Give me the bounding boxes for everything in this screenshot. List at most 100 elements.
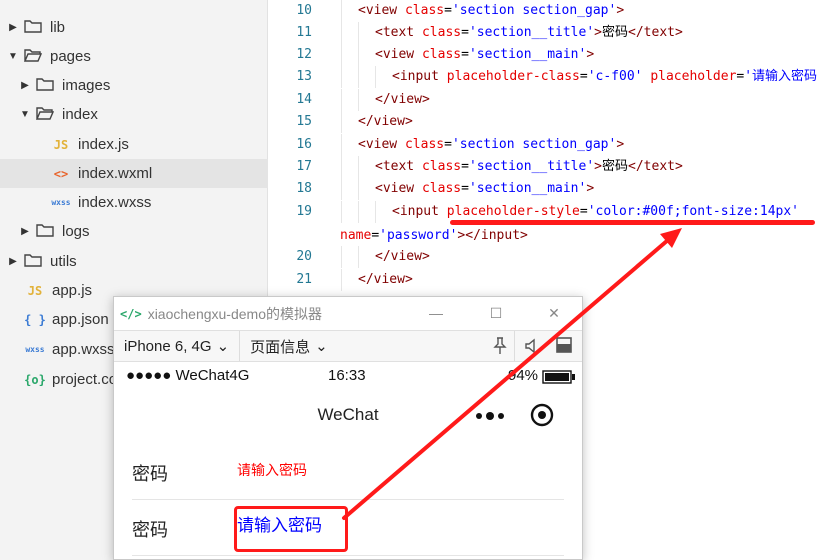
- tree-item-index-js[interactable]: JS index.js: [0, 130, 268, 159]
- code-token: class: [421, 181, 462, 196]
- code-token: 'color:#00f;font-size:14px': [587, 204, 800, 219]
- code-token: =: [461, 159, 469, 174]
- tree-item-label: lib: [50, 19, 66, 36]
- indent-guide: [358, 44, 359, 66]
- indent-guide: [375, 201, 376, 223]
- code-line[interactable]: 12 <view class='section__main'>: [268, 44, 820, 66]
- code-token: >: [594, 159, 602, 174]
- window-mode-icon[interactable]: [554, 337, 574, 357]
- code-line[interactable]: 14 </view>: [268, 89, 820, 111]
- code-line[interactable]: 13 <input placeholder-class='c-f00' place…: [268, 66, 820, 88]
- close-miniprogram-icon[interactable]: [530, 403, 554, 430]
- page-info-select-label: 页面信息: [250, 338, 311, 356]
- tree-item-index-wxss[interactable]: wxss index.wxss: [0, 188, 268, 217]
- code-token: >: [616, 3, 625, 18]
- code-line[interactable]: 18 <view class='section__main'>: [268, 178, 820, 200]
- wechat-nav-bar: WeChat: [114, 395, 582, 439]
- code-token: name: [340, 228, 372, 243]
- close-button[interactable]: ✕: [542, 303, 566, 323]
- code-token: </: [358, 114, 374, 129]
- indent-guide: [358, 201, 359, 223]
- line-number: 13: [296, 69, 312, 84]
- tree-item-label: app.js: [52, 282, 93, 299]
- code-line[interactable]: 20 </view>: [268, 246, 820, 268]
- json-file-icon: { }: [24, 312, 46, 327]
- password-row-1: 密码: [132, 445, 564, 501]
- code-token: 'section__main': [468, 47, 587, 62]
- simulator-titlebar[interactable]: </> xiaochengxu-demo的模拟器 — ☐ ✕: [114, 297, 582, 330]
- line-number: 17: [296, 159, 312, 174]
- code-line[interactable]: 10 <view class='section section_gap'>: [268, 0, 820, 22]
- line-number: 18: [296, 181, 312, 196]
- code-token: 'section section_gap': [451, 137, 617, 152]
- indent-guide: [358, 22, 359, 44]
- code-text: <view class='section section_gap'>: [358, 134, 624, 156]
- code-token: text: [382, 159, 422, 174]
- code-token: >: [586, 181, 595, 196]
- indent-guide: [341, 246, 342, 268]
- code-token: text: [643, 159, 675, 174]
- simulator-toolbar: iPhone 6, 4G ⌄ 页面信息 ⌄: [114, 330, 582, 362]
- device-select[interactable]: iPhone 6, 4G ⌄: [114, 331, 239, 361]
- row-divider: [132, 555, 564, 556]
- minimize-button[interactable]: —: [424, 303, 448, 323]
- tree-item-logs[interactable]: ▶ logs: [0, 217, 268, 246]
- code-token: class: [421, 159, 462, 174]
- page-info-select[interactable]: 页面信息 ⌄: [240, 331, 338, 361]
- pin-icon[interactable]: [490, 337, 510, 357]
- code-line[interactable]: 11 <text class='section__title'>密码</text>: [268, 22, 820, 44]
- chevron-down-icon: ⌄: [315, 338, 328, 355]
- code-line[interactable]: name='password'></input>: [268, 225, 820, 247]
- code-token: <: [375, 181, 383, 196]
- maximize-button[interactable]: ☐: [484, 303, 508, 323]
- expanded-arrow-icon: ▼: [8, 51, 18, 62]
- code-token: >: [674, 159, 683, 174]
- speaker-icon[interactable]: [522, 337, 542, 357]
- line-number: 10: [296, 3, 312, 18]
- tree-item-pages[interactable]: ▼ pages: [0, 42, 268, 71]
- code-token: 'section__main': [468, 181, 587, 196]
- code-text: <text class='section__title'>密码</text>: [375, 22, 683, 44]
- tree-item-lib[interactable]: ▶ lib: [0, 13, 268, 42]
- collapsed-arrow-icon: ▶: [9, 22, 17, 33]
- code-token: </: [358, 272, 374, 287]
- code-token: </: [628, 25, 644, 40]
- code-token: input: [399, 69, 447, 84]
- signal-carrier: ●●●●● WeChat4G: [126, 367, 250, 384]
- expanded-arrow-icon: ▼: [20, 109, 30, 120]
- tree-item-label: logs: [62, 223, 90, 240]
- row-divider: [132, 499, 564, 500]
- annotation-underline: [450, 220, 815, 225]
- code-line[interactable]: 21 </view>: [268, 269, 820, 291]
- code-token: view: [373, 114, 405, 129]
- tree-item-label: utils: [50, 253, 77, 270]
- tree-item-label: images: [62, 77, 111, 94]
- code-line[interactable]: 17 <text class='section__title'>密码</text>: [268, 156, 820, 178]
- tree-item-utils[interactable]: ▶ utils: [0, 247, 268, 276]
- code-token: =: [461, 181, 469, 196]
- folder-icon: [24, 253, 42, 271]
- tree-item-index-folder[interactable]: ▼ index: [0, 100, 268, 129]
- code-token: class: [421, 47, 462, 62]
- code-token: placeholder-style: [446, 204, 580, 219]
- code-token: >: [421, 92, 430, 107]
- tree-item-index-wxml[interactable]: <> index.wxml: [0, 159, 268, 188]
- js-file-icon: JS: [27, 283, 43, 298]
- folder-icon: [24, 19, 42, 37]
- code-token: '请输入密码': [744, 69, 820, 84]
- code-text: <view class='section__main'>: [375, 178, 594, 200]
- code-text: </view>: [358, 111, 413, 133]
- indent-guide: [341, 66, 342, 88]
- tree-item-label: index.js: [78, 136, 129, 153]
- more-options-icon[interactable]: [475, 406, 505, 429]
- indent-guide: [341, 89, 342, 111]
- code-line[interactable]: 15 </view>: [268, 111, 820, 133]
- code-token: <: [375, 47, 383, 62]
- code-line[interactable]: 16 <view class='section section_gap'>: [268, 134, 820, 156]
- simulator-window[interactable]: </> xiaochengxu-demo的模拟器 — ☐ ✕ iPhone 6,…: [113, 296, 583, 560]
- tree-item-label: index: [62, 106, 98, 123]
- tree-item-images[interactable]: ▶ images: [0, 71, 268, 100]
- code-token: >: [586, 47, 595, 62]
- code-token: =: [444, 3, 452, 18]
- password-input-red-placeholder[interactable]: [237, 455, 537, 485]
